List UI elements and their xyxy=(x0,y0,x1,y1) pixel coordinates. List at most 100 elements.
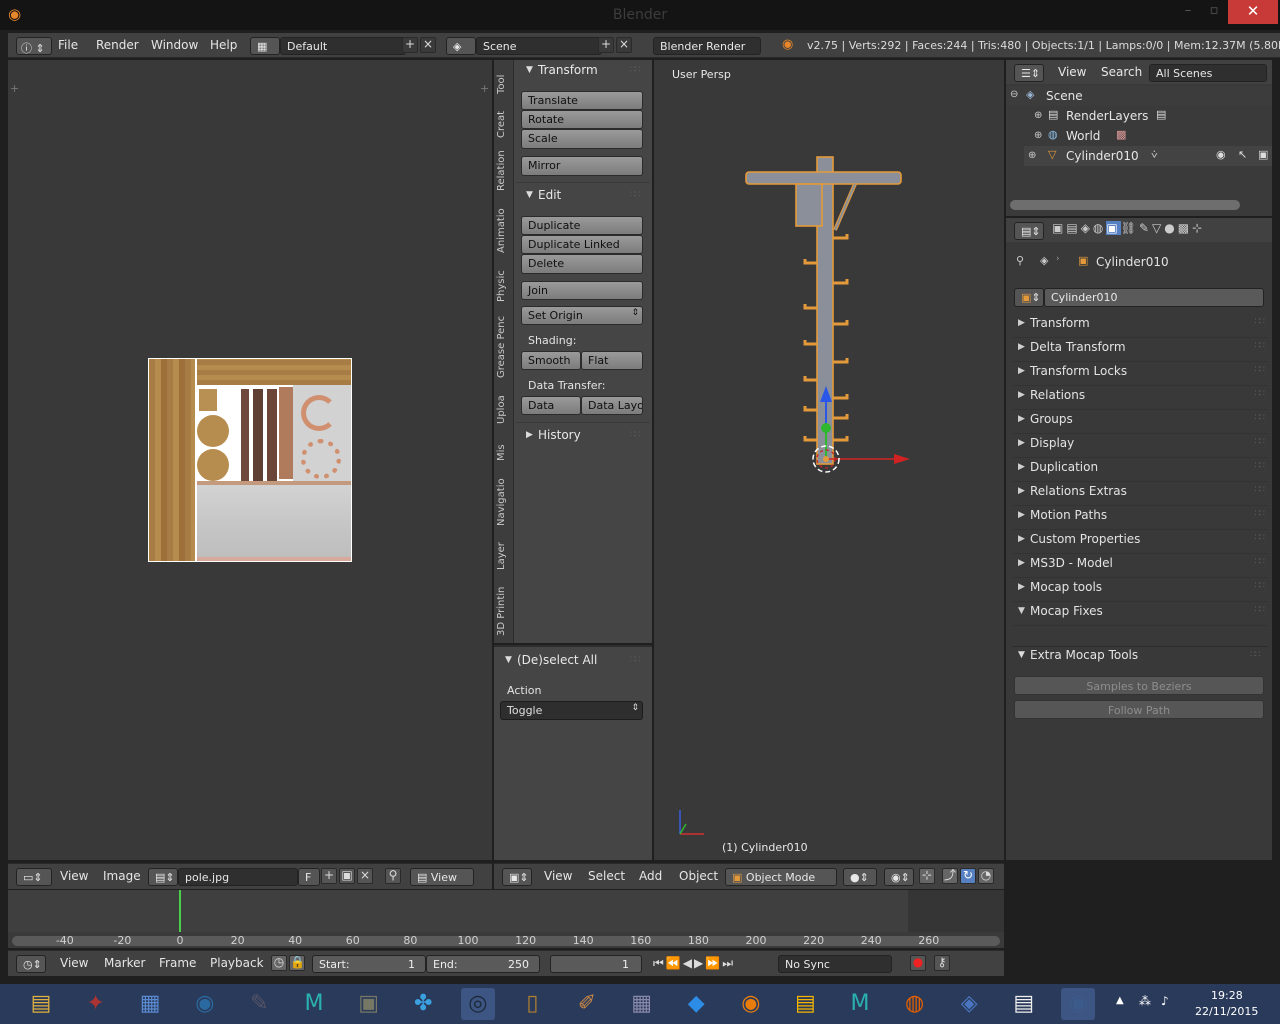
new-image-icon[interactable]: + xyxy=(321,868,337,884)
expand-triangle-icon[interactable]: ▶ xyxy=(1018,414,1025,424)
menu-search[interactable]: Search xyxy=(1101,65,1142,79)
layers-tab-icon[interactable]: ▤ xyxy=(1066,221,1080,235)
clock-time[interactable]: 19:28 xyxy=(1211,989,1243,1002)
drag-grip-icon[interactable]: ∷∷ xyxy=(630,655,641,665)
menu-object[interactable]: Object xyxy=(679,869,718,883)
expand-icon[interactable]: ⊕ xyxy=(1034,110,1042,121)
end-frame-field[interactable]: End: 250 xyxy=(426,955,540,973)
menu-view[interactable]: View xyxy=(60,956,88,970)
expand-triangle-icon[interactable]: ▶ xyxy=(1018,558,1025,568)
play-icon[interactable]: ▶ xyxy=(694,956,705,970)
notes-icon[interactable]: ▤ xyxy=(1007,988,1041,1020)
menu-view[interactable]: View xyxy=(1058,65,1086,79)
tab-misc[interactable]: Mis xyxy=(496,438,511,468)
auto-keying-record-icon[interactable]: ● xyxy=(910,955,926,971)
drag-grip-icon[interactable]: ∷∷ xyxy=(1250,650,1261,660)
outliner-item-scene[interactable]: Scene xyxy=(1046,89,1083,103)
visibility-eye-icon[interactable]: ◉ xyxy=(1216,148,1226,161)
remote-desktop-icon[interactable]: ▦ xyxy=(133,988,167,1020)
expand-triangle-icon[interactable]: ▶ xyxy=(1018,390,1025,400)
volume-icon[interactable]: ♪ xyxy=(1161,994,1169,1008)
menu-file[interactable]: File xyxy=(58,38,78,52)
menu-render[interactable]: Render xyxy=(96,38,139,52)
menu-view[interactable]: View xyxy=(60,869,88,883)
firefox-icon[interactable]: ◍ xyxy=(898,988,932,1020)
expand-triangle-icon[interactable]: ▶ xyxy=(1018,534,1025,544)
pivot-point-icon[interactable]: ◉⇕ xyxy=(884,868,914,886)
blender-icon[interactable]: ◉ xyxy=(734,988,768,1020)
editor-type-3d-icon[interactable]: ▣⇕ xyxy=(502,868,532,886)
remove-scene-icon[interactable]: × xyxy=(616,37,632,53)
object-name-field[interactable]: Cylinder010 xyxy=(1044,288,1264,307)
keying-set-icon[interactable]: ⚷ xyxy=(934,955,950,971)
drag-grip-icon[interactable]: ∷∷ xyxy=(1255,509,1266,519)
data-tab-icon[interactable]: ▽ xyxy=(1152,221,1164,235)
region-expand-icon[interactable]: + xyxy=(480,82,489,95)
expand-triangle-icon[interactable]: ▶ xyxy=(1018,486,1025,496)
play-reverse-icon[interactable]: ◀ xyxy=(683,956,694,970)
jump-keyframe-forward-icon[interactable]: ⏩ xyxy=(705,956,722,970)
properties-panel-transform[interactable]: ▶ Transform ∷∷ xyxy=(1012,316,1268,338)
tab-relations[interactable]: Relation xyxy=(496,146,511,196)
timeline-area[interactable] xyxy=(8,890,1004,932)
viewport-shading-icon[interactable]: ●⇕ xyxy=(843,868,877,886)
delete-button[interactable]: Delete xyxy=(521,254,643,274)
history-panel-title[interactable]: History xyxy=(538,428,581,442)
render-engine-select[interactable]: Blender Render xyxy=(653,37,761,55)
layout-icon[interactable]: ▦ xyxy=(250,37,280,55)
material-tab-icon[interactable]: ● xyxy=(1164,221,1177,235)
dropbox-icon[interactable]: ◆ xyxy=(679,988,713,1020)
app-icon[interactable]: ✦ xyxy=(79,988,113,1020)
scene-field[interactable]: Scene xyxy=(476,37,602,55)
drag-grip-icon[interactable]: ∷∷ xyxy=(1255,485,1266,495)
editor-type-timeline-icon[interactable]: ◷⇕ xyxy=(16,955,46,973)
properties-context-tabs[interactable]: ▣▤◈◍▣⛓✎▽●▩⊹ xyxy=(1052,221,1205,235)
mirror-button[interactable]: Mirror xyxy=(521,156,643,176)
drag-grip-icon[interactable]: ∷∷ xyxy=(1255,365,1266,375)
drag-grip-icon[interactable]: ∷∷ xyxy=(1255,557,1266,567)
drag-grip-icon[interactable]: ∷∷ xyxy=(1255,605,1266,615)
editor-type-info-icon[interactable]: ⓘ ⇕ xyxy=(16,37,52,55)
drag-grip-icon[interactable]: ∷∷ xyxy=(1255,413,1266,423)
network-status-icon[interactable]: ⁂ xyxy=(1139,994,1151,1008)
menu-frame[interactable]: Frame xyxy=(159,956,196,970)
tab-grease-pencil[interactable]: Grease Penc xyxy=(496,314,511,380)
object-tab-icon[interactable]: ▣ xyxy=(1106,221,1121,235)
translate-manipulator-icon[interactable]: ⤴ xyxy=(942,868,958,884)
properties-panel-motion-paths[interactable]: ▶ Motion Paths ∷∷ xyxy=(1012,508,1268,530)
expand-triangle-icon[interactable]: ▶ xyxy=(1018,510,1025,520)
properties-panel-custom-properties[interactable]: ▶ Custom Properties ∷∷ xyxy=(1012,532,1268,554)
translate-button[interactable]: Translate xyxy=(521,91,643,110)
expand-triangle-icon[interactable]: ▶ xyxy=(1018,582,1025,592)
physics-tab-icon[interactable]: ⊹ xyxy=(1192,221,1205,235)
editor-type-properties-icon[interactable]: ▤⇕ xyxy=(1014,222,1044,240)
constraints-tab-icon[interactable]: ⛓ xyxy=(1121,221,1139,235)
scale-button[interactable]: Scale xyxy=(521,129,643,149)
slides-icon[interactable]: ▤ xyxy=(788,988,822,1020)
expand-icon[interactable]: ⊕ xyxy=(1034,130,1042,141)
selectability-cursor-icon[interactable]: ↖ xyxy=(1238,148,1247,161)
properties-panel-mocap-tools[interactable]: ▶ Mocap tools ∷∷ xyxy=(1012,580,1268,602)
collapse-triangle-icon[interactable]: ▼ xyxy=(1018,650,1025,660)
drag-grip-icon[interactable]: ∷∷ xyxy=(1255,533,1266,543)
duplicate-linked-button[interactable]: Duplicate Linked xyxy=(521,235,643,254)
properties-panel-duplication[interactable]: ▶ Duplication ∷∷ xyxy=(1012,460,1268,482)
drag-grip-icon[interactable]: ∷∷ xyxy=(1255,317,1266,327)
jump-keyframe-back-icon[interactable]: ⏪ xyxy=(666,956,683,970)
tab-physics[interactable]: Physic xyxy=(496,266,511,306)
calculator-icon[interactable]: ▦ xyxy=(625,988,659,1020)
interaction-mode-select[interactable]: ▣ Object Mode xyxy=(725,868,837,886)
pin-icon[interactable]: ⚲ xyxy=(1016,254,1024,267)
samples-to-beziers-button[interactable]: Samples to Beziers xyxy=(1014,676,1264,695)
tab-3d-printing[interactable]: 3D Printin xyxy=(496,582,511,640)
menu-window[interactable]: Window xyxy=(151,38,198,52)
properties-panel-transform-locks[interactable]: ▶ Transform Locks ∷∷ xyxy=(1012,364,1268,386)
image-editor-canvas[interactable]: + + xyxy=(8,60,492,860)
properties-panel-display[interactable]: ▶ Display ∷∷ xyxy=(1012,436,1268,458)
tab-animation[interactable]: Animatio xyxy=(496,206,511,256)
tab-navigation[interactable]: Navigatio xyxy=(496,474,511,530)
close-button[interactable]: ✕ xyxy=(1228,0,1278,24)
pin-image-icon[interactable]: ⚲ xyxy=(385,868,401,884)
join-button[interactable]: Join xyxy=(521,281,643,300)
properties-panel-groups[interactable]: ▶ Groups ∷∷ xyxy=(1012,412,1268,434)
